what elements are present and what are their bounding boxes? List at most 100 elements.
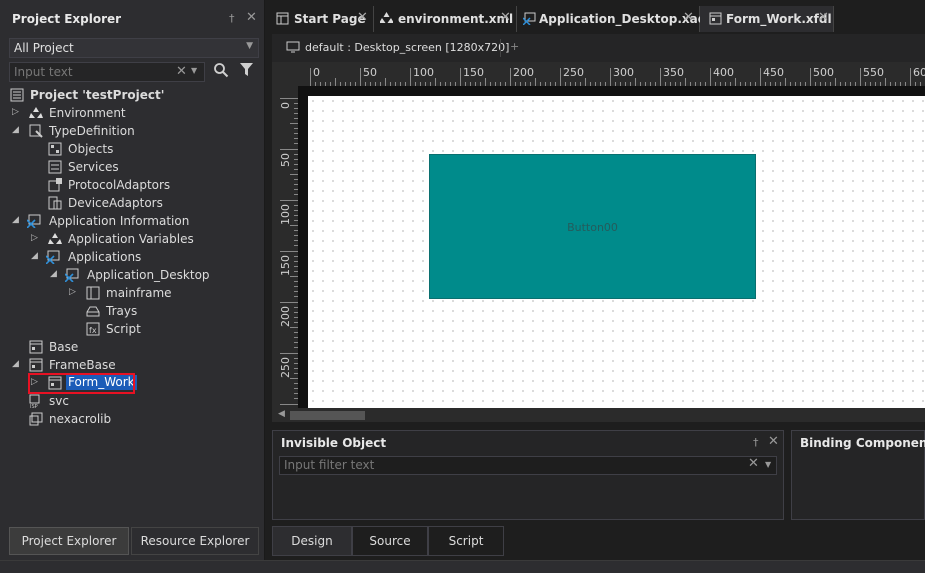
close-tab-icon[interactable]: ✕ bbox=[683, 10, 694, 25]
expand-arrow-icon[interactable]: ▷ bbox=[12, 107, 19, 117]
tab-script[interactable]: Script bbox=[428, 526, 504, 556]
editor-view-tabs: Design Source Script bbox=[272, 526, 925, 556]
filter-input[interactable]: Input filter text bbox=[279, 456, 777, 475]
expand-arrow-icon[interactable]: ▷ bbox=[31, 233, 38, 243]
ruler-minor-tick bbox=[290, 327, 298, 328]
expand-arrow-icon[interactable]: ▷ bbox=[69, 287, 76, 297]
tab-resource-explorer[interactable]: Resource Explorer bbox=[131, 527, 259, 555]
tree-item-base[interactable]: Base bbox=[0, 338, 265, 356]
close-icon[interactable]: ✕ bbox=[246, 10, 257, 25]
ruler-label: 400 bbox=[713, 66, 734, 79]
ruler-label: 250 bbox=[563, 66, 584, 79]
filter-options-chevron-icon[interactable]: ▼ bbox=[765, 460, 771, 469]
ruler-tick bbox=[280, 302, 298, 303]
ruler-tick bbox=[410, 68, 411, 86]
collapse-arrow-icon[interactable]: ◢ bbox=[31, 251, 38, 261]
form-folder-icon bbox=[29, 340, 43, 354]
screen-selector[interactable]: default : Desktop_screen [1280x720] bbox=[305, 41, 509, 54]
tab-project-explorer[interactable]: Project Explorer bbox=[9, 527, 129, 555]
collapse-arrow-icon[interactable]: ◢ bbox=[12, 215, 19, 225]
tree-item-label: Objects bbox=[68, 142, 114, 156]
ruler-label: 60 bbox=[913, 66, 925, 79]
tab-design[interactable]: Design bbox=[272, 526, 352, 556]
collapse-arrow-icon[interactable]: ◢ bbox=[50, 269, 57, 279]
add-screen-button[interactable]: + bbox=[510, 40, 519, 53]
search-icon[interactable] bbox=[213, 62, 229, 78]
typedefinition-icon bbox=[29, 124, 43, 138]
form-folder-icon bbox=[29, 358, 43, 372]
tree-item-nexacrolib[interactable]: nexacrolib bbox=[0, 410, 265, 428]
tree-item-trays[interactable]: Trays bbox=[0, 302, 265, 320]
ruler-tick bbox=[910, 68, 911, 86]
ruler-tick bbox=[280, 251, 298, 252]
close-tab-icon[interactable]: ✕ bbox=[818, 10, 829, 25]
application-icon bbox=[523, 12, 536, 25]
horizontal-scrollbar[interactable] bbox=[272, 408, 925, 422]
binding-components-panel: Binding Components Li bbox=[791, 430, 925, 520]
ruler-label: 150 bbox=[279, 255, 292, 276]
tree-item-application-information[interactable]: ◢ Application Information bbox=[0, 212, 265, 230]
ruler-label: 100 bbox=[413, 66, 434, 79]
close-tab-icon[interactable]: ✕ bbox=[500, 10, 511, 25]
tree-item-services[interactable]: Services bbox=[0, 158, 265, 176]
start-page-icon bbox=[276, 12, 289, 25]
collapse-arrow-icon[interactable]: ◢ bbox=[12, 125, 19, 135]
environment-icon bbox=[29, 107, 43, 118]
tab-source[interactable]: Source bbox=[352, 526, 428, 556]
ruler-horizontal: 0 50 100 150 200 250 300 350 400 450 500 550 60 bbox=[298, 62, 925, 86]
tree-item-application-variables[interactable]: ▷ Application Variables bbox=[0, 230, 265, 248]
ruler-minor-tick bbox=[535, 78, 536, 86]
tree-item-label: mainframe bbox=[106, 286, 172, 300]
device-adaptor-icon bbox=[48, 196, 62, 210]
scrollbar-thumb[interactable] bbox=[290, 411, 365, 420]
ruler-label: 50 bbox=[363, 66, 377, 79]
ruler-minor-tick bbox=[885, 78, 886, 86]
button00-label: Button00 bbox=[567, 221, 618, 234]
tree-item-framebase[interactable]: ◢ FrameBase bbox=[0, 356, 265, 374]
tree-item-applications[interactable]: ◢ Applications bbox=[0, 248, 265, 266]
variables-icon bbox=[48, 233, 62, 244]
search-options-chevron-icon[interactable]: ▼ bbox=[191, 66, 197, 75]
ruler-tick bbox=[760, 68, 761, 86]
scope-select-value: All Project bbox=[14, 41, 74, 55]
ruler-label: 550 bbox=[863, 66, 884, 79]
ruler-tick bbox=[280, 149, 298, 150]
ruler-label: 250 bbox=[279, 357, 292, 378]
tab-form-work-xfdl[interactable]: Form_Work.xfdl ✕ bbox=[700, 6, 834, 32]
pin-icon[interactable]: † bbox=[229, 12, 235, 25]
services-icon bbox=[48, 160, 62, 174]
tab-environment-xml[interactable]: environment.xml ✕ bbox=[374, 6, 517, 32]
ruler-minor-tick bbox=[385, 78, 386, 86]
clear-search-icon[interactable]: ✕ bbox=[176, 64, 187, 79]
button00-component[interactable]: Button00 bbox=[429, 154, 756, 299]
tree-item-script[interactable]: fx Script bbox=[0, 320, 265, 338]
tab-application-desktop-xadl[interactable]: Application_Desktop.xadl ✕ bbox=[517, 6, 710, 32]
filter-icon[interactable] bbox=[240, 63, 253, 77]
ruler-minor-tick bbox=[435, 78, 436, 86]
close-tab-icon[interactable]: ✕ bbox=[357, 10, 368, 25]
tree-item-application-desktop[interactable]: ◢ Application_Desktop bbox=[0, 266, 265, 284]
tree-item-mainframe[interactable]: ▷ mainframe bbox=[0, 284, 265, 302]
tree-item-project-root[interactable]: Project 'testProject' bbox=[0, 86, 265, 104]
ruler-minor-tick bbox=[485, 78, 486, 86]
scope-select[interactable]: All Project ▼ bbox=[9, 38, 259, 58]
ruler-tick bbox=[810, 68, 811, 86]
tree-item-protocoladaptors[interactable]: ProtocolAdaptors bbox=[0, 176, 265, 194]
tree-item-deviceadaptors[interactable]: DeviceAdaptors bbox=[0, 194, 265, 212]
selection-highlight-box bbox=[28, 373, 135, 394]
close-icon[interactable]: ✕ bbox=[768, 434, 779, 449]
tree-item-label: Project 'testProject' bbox=[30, 88, 165, 102]
ruler-label: 500 bbox=[813, 66, 834, 79]
scroll-left-arrow-icon[interactable]: ◀ bbox=[278, 409, 285, 419]
ruler-tick bbox=[360, 68, 361, 86]
tree-item-typedefinition[interactable]: ◢ TypeDefinition bbox=[0, 122, 265, 140]
tree-item-environment[interactable]: ▷ Environment bbox=[0, 104, 265, 122]
tree-item-label: Services bbox=[68, 160, 119, 174]
tree-item-objects[interactable]: Objects bbox=[0, 140, 265, 158]
tab-start-page[interactable]: Start Page ✕ bbox=[270, 6, 374, 32]
pin-icon[interactable]: † bbox=[753, 436, 759, 449]
project-explorer-panel: Project Explorer † ✕ All Project ▼ Input… bbox=[0, 0, 265, 573]
collapse-arrow-icon[interactable]: ◢ bbox=[12, 359, 19, 369]
clear-filter-icon[interactable]: ✕ bbox=[748, 456, 759, 471]
tree-item-svc[interactable]: JSP svc bbox=[0, 392, 265, 410]
